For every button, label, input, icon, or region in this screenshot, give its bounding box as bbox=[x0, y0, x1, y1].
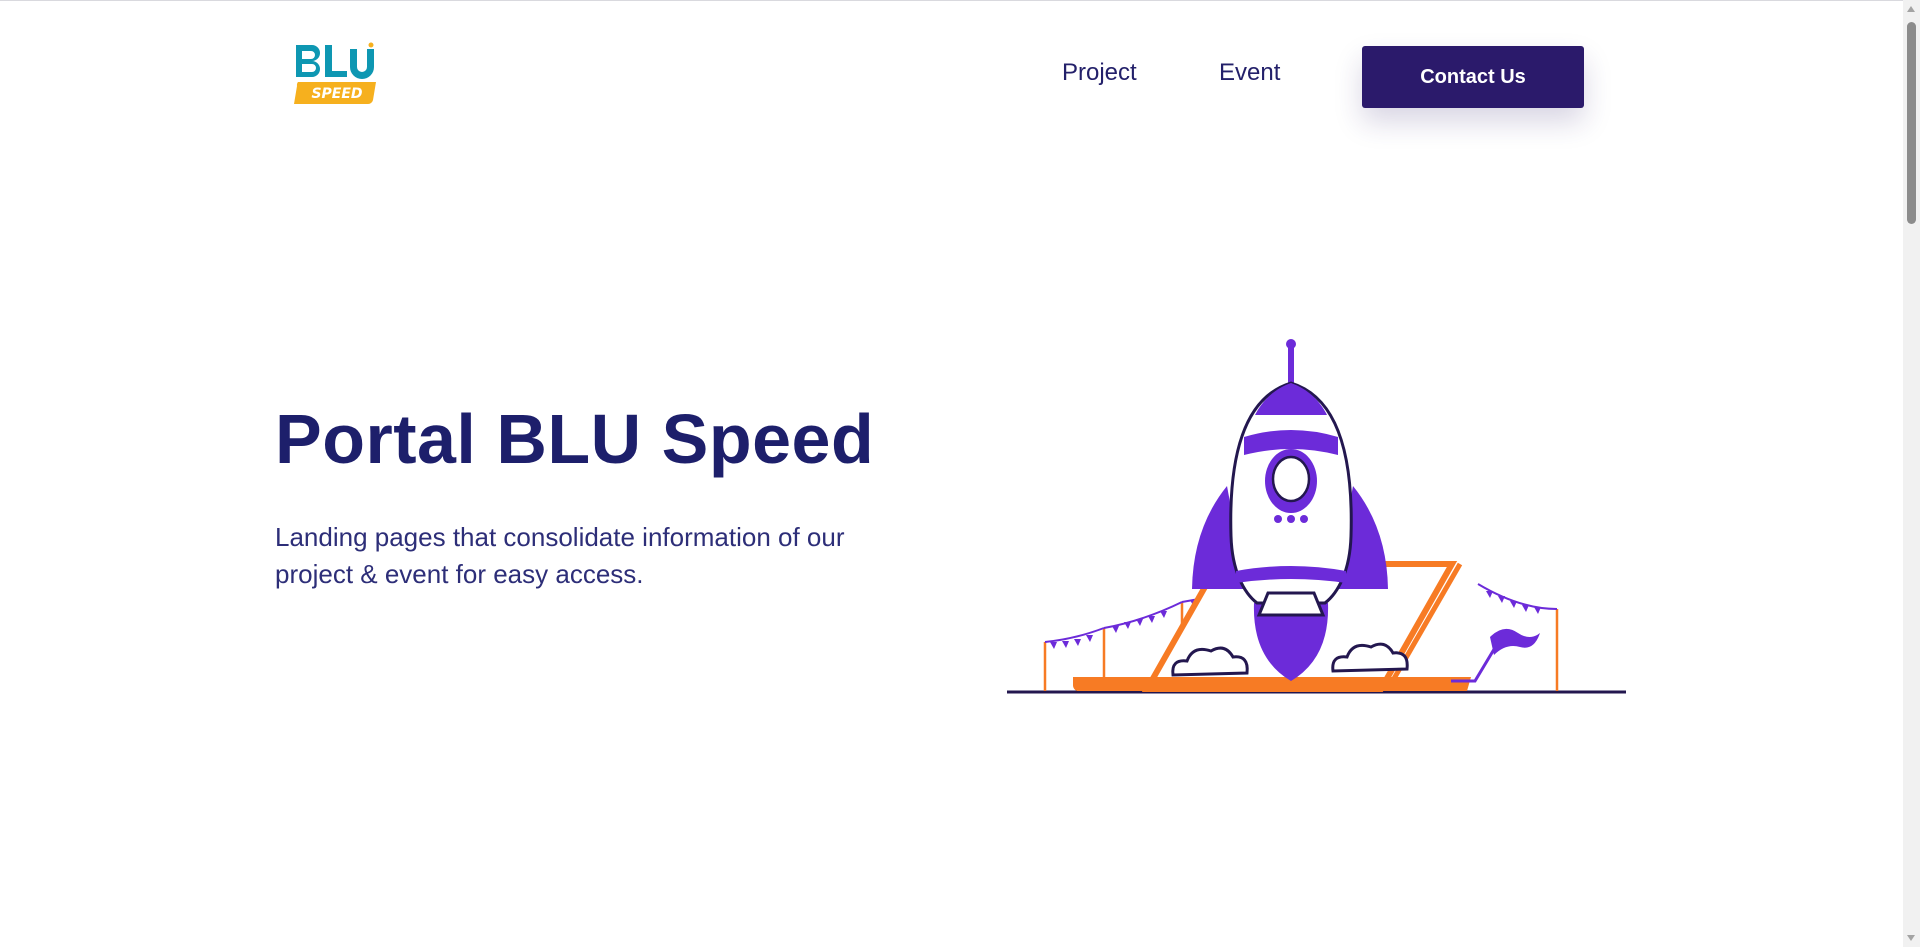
nav-link-project[interactable]: Project bbox=[1062, 59, 1137, 87]
hero-subtitle: Landing pages that consolidate informati… bbox=[275, 522, 845, 589]
page-viewport: SPEED Project Event Contact Us Portal BL… bbox=[0, 0, 1903, 947]
rocket-launch-illustration bbox=[1000, 331, 1640, 701]
scrollbar-thumb[interactable] bbox=[1907, 22, 1916, 224]
logo-speed-text: SPEED bbox=[311, 86, 362, 102]
blu-speed-logo[interactable]: SPEED bbox=[292, 41, 382, 105]
contact-us-button[interactable]: Contact Us bbox=[1362, 46, 1584, 108]
hero-title: Portal BLU Speed bbox=[275, 400, 875, 478]
scroll-down-arrow-icon[interactable] bbox=[1907, 935, 1915, 941]
nav-link-event[interactable]: Event bbox=[1219, 59, 1280, 87]
scroll-up-arrow-icon[interactable] bbox=[1907, 6, 1915, 12]
vertical-scrollbar[interactable] bbox=[1903, 0, 1920, 947]
